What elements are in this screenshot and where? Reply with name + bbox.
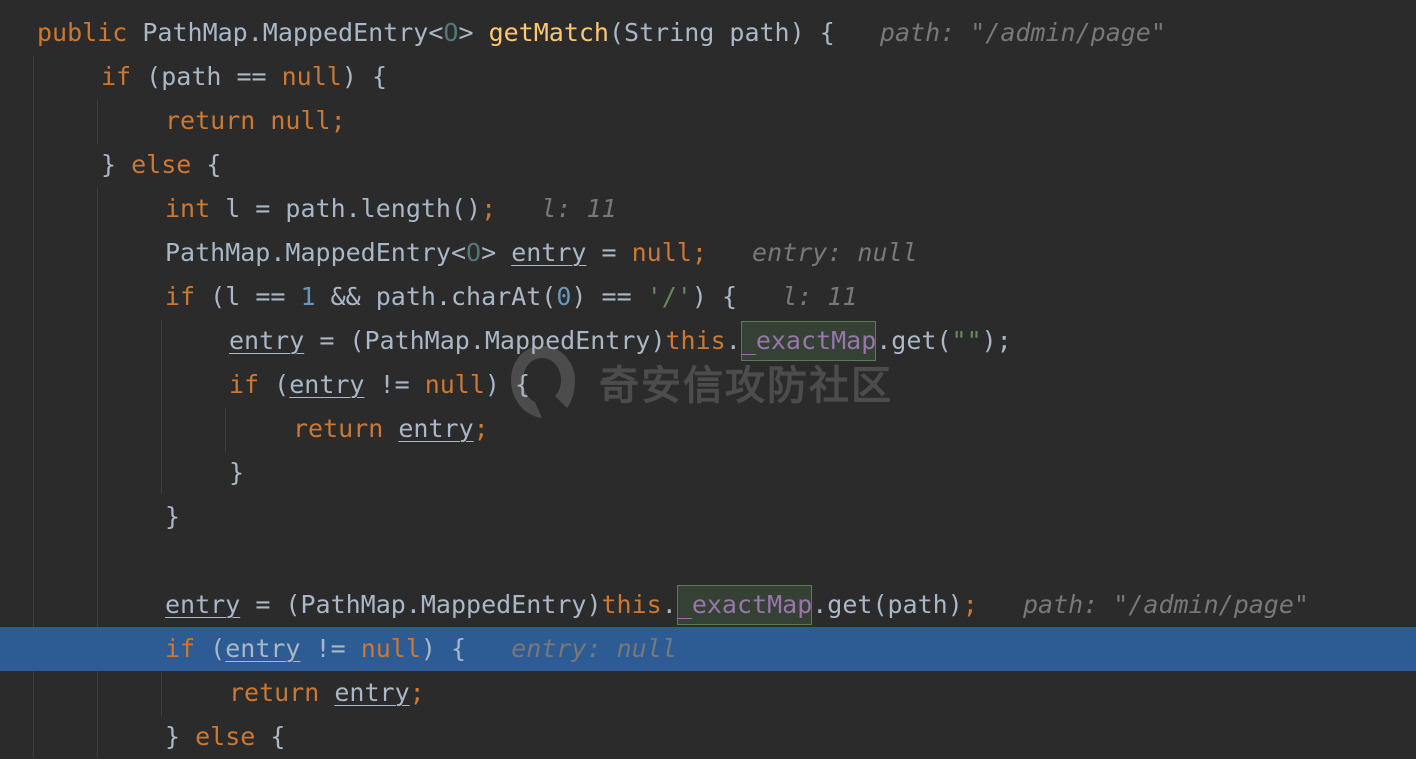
code-token: ; bbox=[962, 590, 978, 619]
code-token: ( bbox=[195, 634, 226, 663]
code-token: ) { bbox=[691, 282, 737, 311]
code-token: if bbox=[165, 634, 196, 663]
code-line[interactable]: if (path == null) { bbox=[0, 55, 1416, 99]
code-line[interactable]: if (entry != null) { bbox=[0, 363, 1416, 407]
code-token: O bbox=[466, 238, 482, 267]
code-token: entry bbox=[511, 238, 587, 267]
inlay-hint: entry: null bbox=[706, 238, 918, 267]
code-line[interactable] bbox=[0, 539, 1416, 583]
code-token: PathMap.MappedEntry< bbox=[165, 238, 467, 267]
code-token: ) { bbox=[341, 62, 387, 91]
code-token: else bbox=[195, 722, 256, 751]
code-token: > bbox=[481, 238, 512, 267]
code-token: return null; bbox=[165, 106, 346, 135]
code-line[interactable]: } bbox=[0, 495, 1416, 539]
code-token: ) { bbox=[484, 370, 531, 399]
code-line[interactable]: return entry; bbox=[0, 407, 1416, 451]
code-line[interactable]: } else { bbox=[0, 143, 1416, 187]
code-token: if bbox=[101, 62, 132, 91]
inlay-hint: path: "/admin/page" bbox=[834, 18, 1166, 47]
code-token: this bbox=[665, 326, 726, 355]
inlay-hint: path: "/admin/page" bbox=[977, 590, 1309, 619]
code-token: return bbox=[293, 414, 399, 443]
code-token: ( bbox=[259, 370, 290, 399]
code-token: .get( bbox=[876, 326, 952, 355]
code-token: this bbox=[601, 590, 662, 619]
code-token: = (PathMap.MappedEntry) bbox=[304, 326, 666, 355]
code-token: { bbox=[255, 722, 286, 751]
code-token: entry bbox=[229, 326, 305, 355]
code-token: { bbox=[191, 150, 222, 179]
code-line[interactable]: return null; bbox=[0, 99, 1416, 143]
code-line[interactable]: int l = path.length(); l: 11 bbox=[0, 187, 1416, 231]
code-token: = (PathMap.MappedEntry) bbox=[240, 590, 602, 619]
code-token: entry bbox=[165, 590, 241, 619]
code-token: ; bbox=[481, 194, 497, 223]
code-line[interactable]: PathMap.MappedEntry<O> entry = null; ent… bbox=[0, 231, 1416, 275]
code-token: . bbox=[725, 326, 741, 355]
inlay-hint: l: 11 bbox=[496, 194, 617, 223]
code-token: if bbox=[165, 282, 196, 311]
code-token: (l == bbox=[195, 282, 301, 311]
code-line-current[interactable]: if (entry != null) { entry: null bbox=[0, 627, 1416, 671]
code-token: entry bbox=[289, 370, 365, 399]
code-token: entry bbox=[334, 678, 410, 707]
code-token: (path == bbox=[131, 62, 282, 91]
code-line[interactable]: if (l == 1 && path.charAt(0) == '/') { l… bbox=[0, 275, 1416, 319]
code-line[interactable]: public PathMap.MappedEntry<O> getMatch(S… bbox=[0, 11, 1416, 55]
code-token: ) == bbox=[571, 282, 647, 311]
code-token: 1 bbox=[300, 282, 316, 311]
highlighted-field: _exactMap bbox=[676, 585, 813, 625]
code-token: "" bbox=[951, 326, 982, 355]
code-token: > bbox=[458, 18, 489, 47]
code-token: ) { bbox=[420, 634, 467, 663]
code-token: getMatch bbox=[488, 18, 609, 47]
code-token: entry bbox=[398, 414, 474, 443]
code-token: . bbox=[661, 590, 677, 619]
code-token: } bbox=[165, 502, 181, 531]
code-token: null bbox=[281, 62, 342, 91]
code-line[interactable]: } bbox=[0, 451, 1416, 495]
code-token: null bbox=[360, 634, 421, 663]
code-editor[interactable]: public PathMap.MappedEntry<O> getMatch(S… bbox=[0, 0, 1416, 758]
code-token: != bbox=[300, 634, 361, 663]
code-token: entry bbox=[225, 634, 301, 663]
code-token: } bbox=[165, 722, 196, 751]
code-token: .get(path) bbox=[812, 590, 963, 619]
code-token: l = path.length() bbox=[210, 194, 482, 223]
code-token: if bbox=[229, 370, 260, 399]
code-token: (String path) { bbox=[608, 18, 835, 47]
code-token: && path.charAt( bbox=[315, 282, 557, 311]
code-token: != bbox=[364, 370, 425, 399]
code-token: PathMap.MappedEntry< bbox=[127, 18, 444, 47]
code-line[interactable]: return entry; bbox=[0, 671, 1416, 715]
code-token: '/' bbox=[646, 282, 692, 311]
code-token: ; bbox=[409, 678, 425, 707]
code-token: null; bbox=[631, 238, 707, 267]
code-token: return bbox=[229, 678, 335, 707]
code-token: O bbox=[443, 18, 459, 47]
code-token: public bbox=[37, 18, 128, 47]
code-token: } bbox=[101, 150, 132, 179]
inlay-hint: l: 11 bbox=[737, 282, 858, 311]
inlay-hint: entry: null bbox=[466, 634, 677, 663]
code-token: ); bbox=[981, 326, 1012, 355]
code-line[interactable]: } else { bbox=[0, 715, 1416, 759]
highlighted-field: _exactMap bbox=[740, 321, 877, 361]
code-token: = bbox=[586, 238, 632, 267]
code-line[interactable]: entry = (PathMap.MappedEntry)this._exact… bbox=[0, 319, 1416, 363]
code-line[interactable]: entry = (PathMap.MappedEntry)this._exact… bbox=[0, 583, 1416, 627]
code-token: int bbox=[165, 194, 211, 223]
code-token: ; bbox=[473, 414, 489, 443]
code-token: } bbox=[229, 458, 245, 487]
code-token: 0 bbox=[556, 282, 572, 311]
code-token: else bbox=[131, 150, 192, 179]
code-token: null bbox=[424, 370, 485, 399]
